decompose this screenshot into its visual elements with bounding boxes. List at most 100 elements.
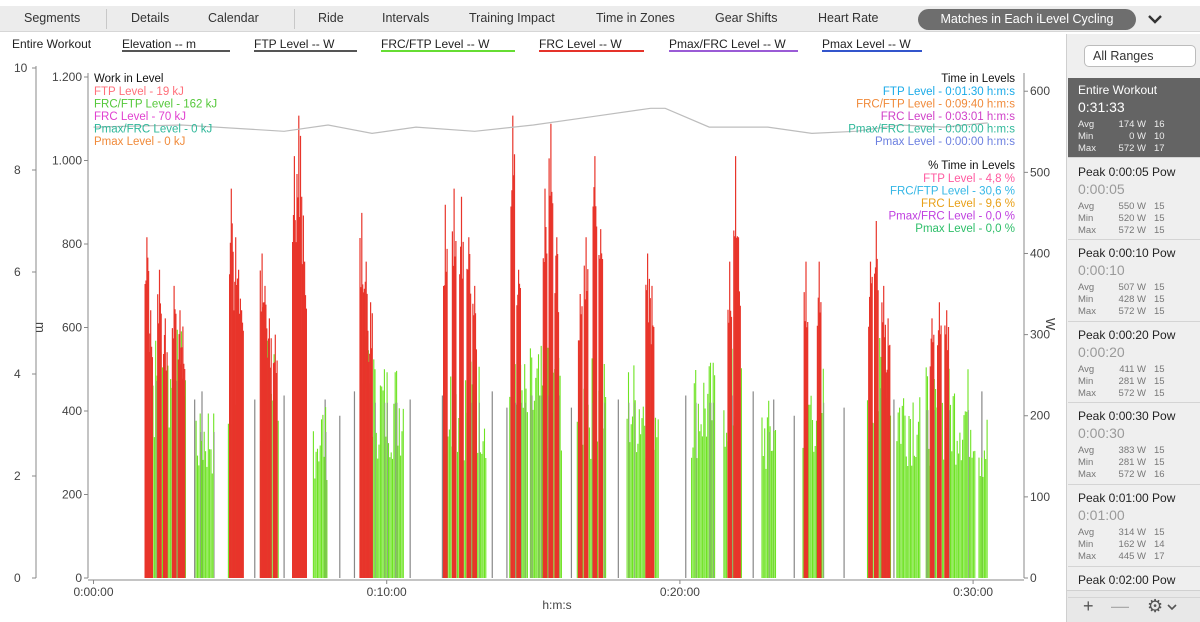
range-card-title: Entire Workout xyxy=(1078,83,1158,97)
stat-value: 10 xyxy=(1154,131,1165,142)
tab-time-in-zones[interactable]: Time in Zones xyxy=(596,11,675,25)
left-tick-label: 1.000 xyxy=(52,154,82,168)
outer-tick-label: 10 xyxy=(14,61,28,75)
stat-value: 16 xyxy=(1154,119,1165,130)
legend-swatch xyxy=(822,50,922,52)
stat-value: 15 xyxy=(1154,527,1165,538)
left-tick-label: 800 xyxy=(62,237,82,251)
stat-value: 15 xyxy=(1154,306,1165,317)
green-power-bars xyxy=(145,329,988,578)
stat-label: Min xyxy=(1078,457,1094,468)
tab-separator xyxy=(294,9,295,29)
range-card[interactable]: Peak 0:00:05 Pow 0:00:05 Avg 550 W 15 Min 520 … xyxy=(1068,160,1200,240)
right-tick-label: 400 xyxy=(1030,246,1050,260)
stat-label: Avg xyxy=(1078,201,1095,212)
range-card[interactable]: Peak 0:01:00 Pow 0:01:00 Avg 314 W 15 Min 162 … xyxy=(1068,486,1200,567)
legend-item[interactable]: Pmax Level -- W xyxy=(822,37,911,51)
work-in-level-item: FRC/FTP Level - 162 kJ xyxy=(94,99,217,111)
stat-value: 15 xyxy=(1154,201,1165,212)
stat-value: 15 xyxy=(1154,445,1165,456)
chevron-down-icon[interactable] xyxy=(1167,603,1177,611)
tab-intervals[interactable]: Intervals xyxy=(382,11,429,25)
right-axis-label: W xyxy=(1043,318,1058,331)
x-tick-label: 0:30:00 xyxy=(953,585,993,599)
app-window: Matches in Each iLevel Cycling Segments D… xyxy=(0,0,1200,622)
left-tick-label: 1.200 xyxy=(52,70,82,84)
ilevel-chart: 024681002004006008001.0001.2000100200300… xyxy=(14,61,1058,612)
range-card[interactable]: Peak 0:00:30 Pow 0:00:30 Avg 383 W 15 Min 281 … xyxy=(1068,404,1200,485)
stat-label: Max xyxy=(1078,388,1096,399)
chevron-down-icon[interactable] xyxy=(1143,10,1167,28)
left-axis-label: m xyxy=(33,322,48,333)
pct-time-in-levels-item: FTP Level - 4,8 % xyxy=(923,173,1015,185)
stat-value: 15 xyxy=(1154,388,1165,399)
stat-value: 15 xyxy=(1154,457,1165,468)
stat-value: 383 W xyxy=(1118,445,1146,456)
stat-label: Avg xyxy=(1078,119,1095,130)
legend-item[interactable]: Elevation -- m xyxy=(122,37,196,51)
tab-heart-rate[interactable]: Heart Rate xyxy=(818,11,878,25)
tab-matches-ilevel[interactable]: Matches in Each iLevel Cycling xyxy=(918,9,1136,30)
tab-segments[interactable]: Segments xyxy=(24,11,80,25)
stat-value: 572 W xyxy=(1118,143,1146,154)
range-card-title: Peak 0:00:10 Pow xyxy=(1078,246,1176,260)
stat-value: 572 W xyxy=(1118,469,1146,480)
stat-value: 174 W xyxy=(1118,119,1146,130)
range-card[interactable]: Peak 0:00:10 Pow 0:00:10 Avg 507 W 15 Min 428 … xyxy=(1068,241,1200,322)
right-tick-label: 0 xyxy=(1030,571,1037,585)
remove-icon[interactable]: — xyxy=(1111,596,1129,617)
tab-details[interactable]: Details xyxy=(131,11,169,25)
stat-value: 314 W xyxy=(1118,527,1146,538)
tab-calendar[interactable]: Calendar xyxy=(208,11,259,25)
stat-value: 572 W xyxy=(1118,388,1146,399)
stat-value: 572 W xyxy=(1118,225,1146,236)
legend-item[interactable]: Pmax/FRC Level -- W xyxy=(669,37,786,51)
stat-value: 162 W xyxy=(1118,539,1146,550)
add-icon[interactable]: + xyxy=(1083,596,1094,617)
work-in-level-item: FRC Level - 70 kJ xyxy=(94,111,186,123)
legend-item[interactable]: FRC Level -- W xyxy=(539,37,622,51)
legend-item[interactable]: FRC/FTP Level -- W xyxy=(381,37,489,51)
x-tick-label: 0:10:00 xyxy=(367,585,407,599)
range-card[interactable]: Entire Workout 0:31:33 Avg 174 W 16 Min 0 W 10 M… xyxy=(1068,78,1200,158)
outer-tick-label: 2 xyxy=(14,469,21,483)
legend-item[interactable]: FTP Level -- W xyxy=(254,37,334,51)
right-tick-label: 600 xyxy=(1030,84,1050,98)
work-in-level-item: Pmax Level - 0 kJ xyxy=(94,136,185,148)
red-power-bars xyxy=(144,115,950,578)
range-card[interactable]: Peak 0:00:20 Pow 0:00:20 Avg 411 W 15 Min 281 … xyxy=(1068,323,1200,403)
pct-time-in-levels-title: % Time in Levels xyxy=(928,160,1015,172)
tab-gear-shifts[interactable]: Gear Shifts xyxy=(715,11,778,25)
range-card[interactable]: Peak 0:02:00 Pow xyxy=(1068,568,1200,598)
stat-label: Max xyxy=(1078,551,1096,562)
outer-tick-label: 6 xyxy=(14,265,21,279)
x-axis-label: h:m:s xyxy=(542,598,571,612)
stat-value: 16 xyxy=(1154,469,1165,480)
stat-label: Max xyxy=(1078,143,1096,154)
range-card-duration: 0:31:33 xyxy=(1078,99,1125,115)
gear-icon[interactable]: ⚙ xyxy=(1147,596,1163,617)
stat-value: 15 xyxy=(1154,225,1165,236)
stat-value: 17 xyxy=(1154,143,1165,154)
stat-value: 15 xyxy=(1154,364,1165,375)
tab-training-impact[interactable]: Training Impact xyxy=(469,11,555,25)
range-card-title: Peak 0:02:00 Pow xyxy=(1078,573,1176,587)
stat-value: 15 xyxy=(1154,282,1165,293)
x-tick-label: 0:00:00 xyxy=(73,585,113,599)
tab-ride[interactable]: Ride xyxy=(318,11,344,25)
left-tick-label: 0 xyxy=(75,571,82,585)
outer-tick-label: 8 xyxy=(14,163,21,177)
stat-value: 507 W xyxy=(1118,282,1146,293)
right-panel: All Ranges + — ⚙ Entire Workout 0:31:33 Av… xyxy=(1066,34,1200,622)
range-select[interactable]: All Ranges xyxy=(1084,45,1196,67)
legend-swatch xyxy=(122,50,230,52)
time-in-levels-item: FTP Level - 0:01:30 h:m:s xyxy=(883,86,1015,98)
right-tick-label: 500 xyxy=(1030,165,1050,179)
stat-value: 572 W xyxy=(1118,306,1146,317)
range-card-duration: 0:00:30 xyxy=(1078,425,1125,441)
legend-entire-workout[interactable]: Entire Workout xyxy=(12,37,91,51)
stat-label: Avg xyxy=(1078,364,1095,375)
work-in-level-item: FTP Level - 19 kJ xyxy=(94,86,184,98)
stat-value: 550 W xyxy=(1118,201,1146,212)
stat-value: 428 W xyxy=(1118,294,1146,305)
